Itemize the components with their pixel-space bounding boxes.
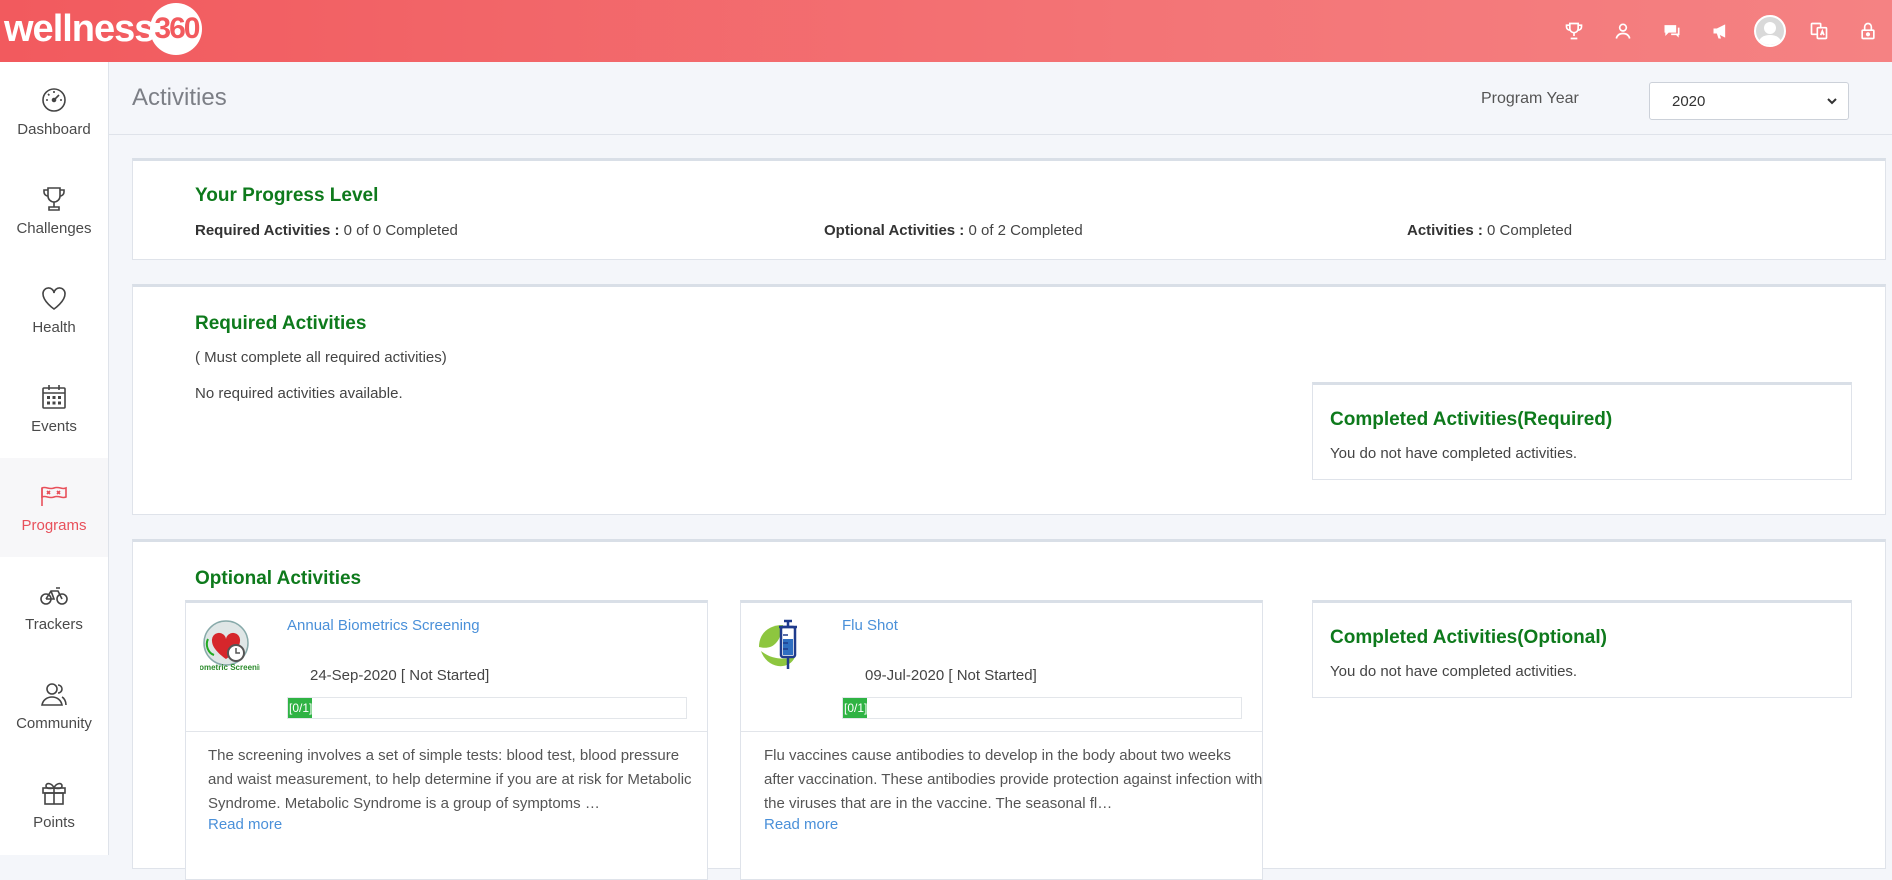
trophy-icon bbox=[43, 187, 65, 211]
megaphone-icon[interactable] bbox=[1696, 0, 1745, 62]
logo-text: wellness bbox=[4, 7, 155, 50]
required-progress-label: Required Activities : bbox=[195, 222, 340, 239]
activity-progress-bar: [0/1] bbox=[842, 697, 1242, 719]
sidebar: Dashboard Challenges Health Events Progr… bbox=[0, 62, 109, 855]
sidebar-item-dashboard[interactable]: Dashboard bbox=[0, 62, 108, 161]
flag-icon bbox=[41, 486, 67, 506]
community-icon bbox=[41, 683, 67, 706]
top-icons bbox=[1549, 0, 1892, 62]
avatar-image bbox=[1753, 15, 1786, 47]
translate-icon[interactable] bbox=[1794, 0, 1843, 62]
logo[interactable]: wellness 360 bbox=[4, 3, 203, 55]
divider bbox=[186, 731, 707, 732]
activity-progress-label: [0/1] bbox=[843, 698, 867, 718]
sidebar-item-health[interactable]: Health bbox=[0, 260, 108, 359]
activity-title-link[interactable]: Flu Shot bbox=[842, 617, 898, 634]
chat-icon[interactable] bbox=[1647, 0, 1696, 62]
activity-title-link[interactable]: Annual Biometrics Screening bbox=[287, 617, 480, 634]
program-year-select[interactable]: 2020 bbox=[1649, 82, 1849, 120]
optional-progress-label: Optional Activities : bbox=[824, 222, 965, 239]
required-activities-title: Required Activities bbox=[195, 313, 367, 334]
activity-progress-label: [0/1] bbox=[288, 698, 312, 718]
user-icon[interactable] bbox=[1598, 0, 1647, 62]
sidebar-item-label: Community bbox=[16, 715, 92, 732]
sidebar-item-label: Challenges bbox=[16, 220, 92, 237]
avatar[interactable] bbox=[1745, 0, 1794, 62]
activity-date-status: 24-Sep-2020 [ Not Started] bbox=[310, 667, 490, 684]
thumb-text: Biometric Screening bbox=[200, 663, 260, 672]
completed-required-message: You do not have completed activities. bbox=[1330, 445, 1578, 462]
activity-card-flu-shot: Flu Shot 09-Jul-2020 [ Not Started] [0/1… bbox=[740, 600, 1263, 880]
required-progress: Required Activities : 0 of 0 Completed bbox=[195, 222, 458, 239]
divider bbox=[741, 731, 1262, 732]
required-activities-card: Required Activities ( Must complete all … bbox=[132, 284, 1886, 515]
bicycle-icon bbox=[40, 587, 68, 605]
syringe-icon bbox=[759, 619, 797, 669]
dashboard-icon bbox=[42, 88, 66, 112]
program-year-label: Program Year bbox=[1481, 90, 1579, 107]
activities-progress: Activities : 0 Completed bbox=[1407, 222, 1572, 239]
sidebar-item-label: Events bbox=[31, 418, 77, 435]
activities-progress-label: Activities : bbox=[1407, 222, 1483, 239]
top-bar: wellness 360 bbox=[0, 0, 1892, 62]
optional-activities-title: Optional Activities bbox=[195, 568, 362, 589]
completed-optional-card: Completed Activities(Optional) You do no… bbox=[1312, 600, 1852, 698]
program-year-value: 2020 bbox=[1672, 92, 1706, 110]
activity-progress-bar: [0/1] bbox=[287, 697, 687, 719]
lock-icon[interactable] bbox=[1843, 0, 1892, 62]
biometric-screening-icon: Biometric Screening bbox=[200, 620, 260, 672]
sidebar-item-challenges[interactable]: Challenges bbox=[0, 161, 108, 260]
page-header: Activities Program Year 2020 bbox=[109, 62, 1892, 135]
progress-card: Your Progress Level Required Activities … bbox=[132, 158, 1886, 260]
sidebar-item-points[interactable]: Points bbox=[0, 755, 108, 854]
activities-progress-value: 0 Completed bbox=[1487, 222, 1573, 239]
activity-description: Flu vaccines cause antibodies to develop… bbox=[764, 747, 1263, 812]
required-progress-value: 0 of 0 Completed bbox=[343, 222, 458, 239]
read-more-link[interactable]: Read more bbox=[208, 816, 282, 833]
optional-progress: Optional Activities : 0 of 2 Completed bbox=[824, 222, 1083, 239]
read-more-link[interactable]: Read more bbox=[764, 816, 838, 833]
sidebar-item-label: Trackers bbox=[25, 616, 83, 633]
logo-badge: 360 bbox=[150, 3, 203, 55]
sidebar-item-programs[interactable]: Programs bbox=[0, 458, 108, 557]
completed-required-title: Completed Activities(Required) bbox=[1330, 409, 1613, 430]
calendar-icon bbox=[42, 385, 66, 409]
required-note: ( Must complete all required activities) bbox=[195, 349, 447, 366]
sidebar-item-trackers[interactable]: Trackers bbox=[0, 557, 108, 656]
heart-icon bbox=[42, 287, 66, 310]
optional-progress-value: 0 of 2 Completed bbox=[968, 222, 1083, 239]
trophy-icon[interactable] bbox=[1549, 0, 1598, 62]
completed-optional-message: You do not have completed activities. bbox=[1330, 663, 1578, 680]
progress-title: Your Progress Level bbox=[195, 185, 379, 206]
page-title: Activities bbox=[132, 84, 227, 111]
activity-card-biometrics: Biometric Screening Annual Biometrics Sc… bbox=[185, 600, 708, 880]
chevron-down-icon bbox=[1827, 98, 1837, 105]
optional-activities-card: Optional Activities Biometric Screening … bbox=[132, 539, 1886, 880]
sidebar-item-community[interactable]: Community bbox=[0, 656, 108, 755]
required-empty-message: No required activities available. bbox=[195, 385, 403, 402]
sidebar-item-events[interactable]: Events bbox=[0, 359, 108, 458]
sidebar-item-label: Points bbox=[33, 814, 75, 831]
sidebar-item-label: Programs bbox=[21, 517, 87, 534]
activity-date-status: 09-Jul-2020 [ Not Started] bbox=[865, 667, 1037, 684]
sidebar-item-label: Health bbox=[32, 319, 76, 336]
activity-description: The screening involves a set of simple t… bbox=[208, 747, 692, 812]
gift-icon bbox=[42, 782, 66, 805]
sidebar-item-label: Dashboard bbox=[17, 121, 91, 138]
completed-optional-title: Completed Activities(Optional) bbox=[1330, 627, 1607, 648]
completed-required-card: Completed Activities(Required) You do no… bbox=[1312, 382, 1852, 480]
